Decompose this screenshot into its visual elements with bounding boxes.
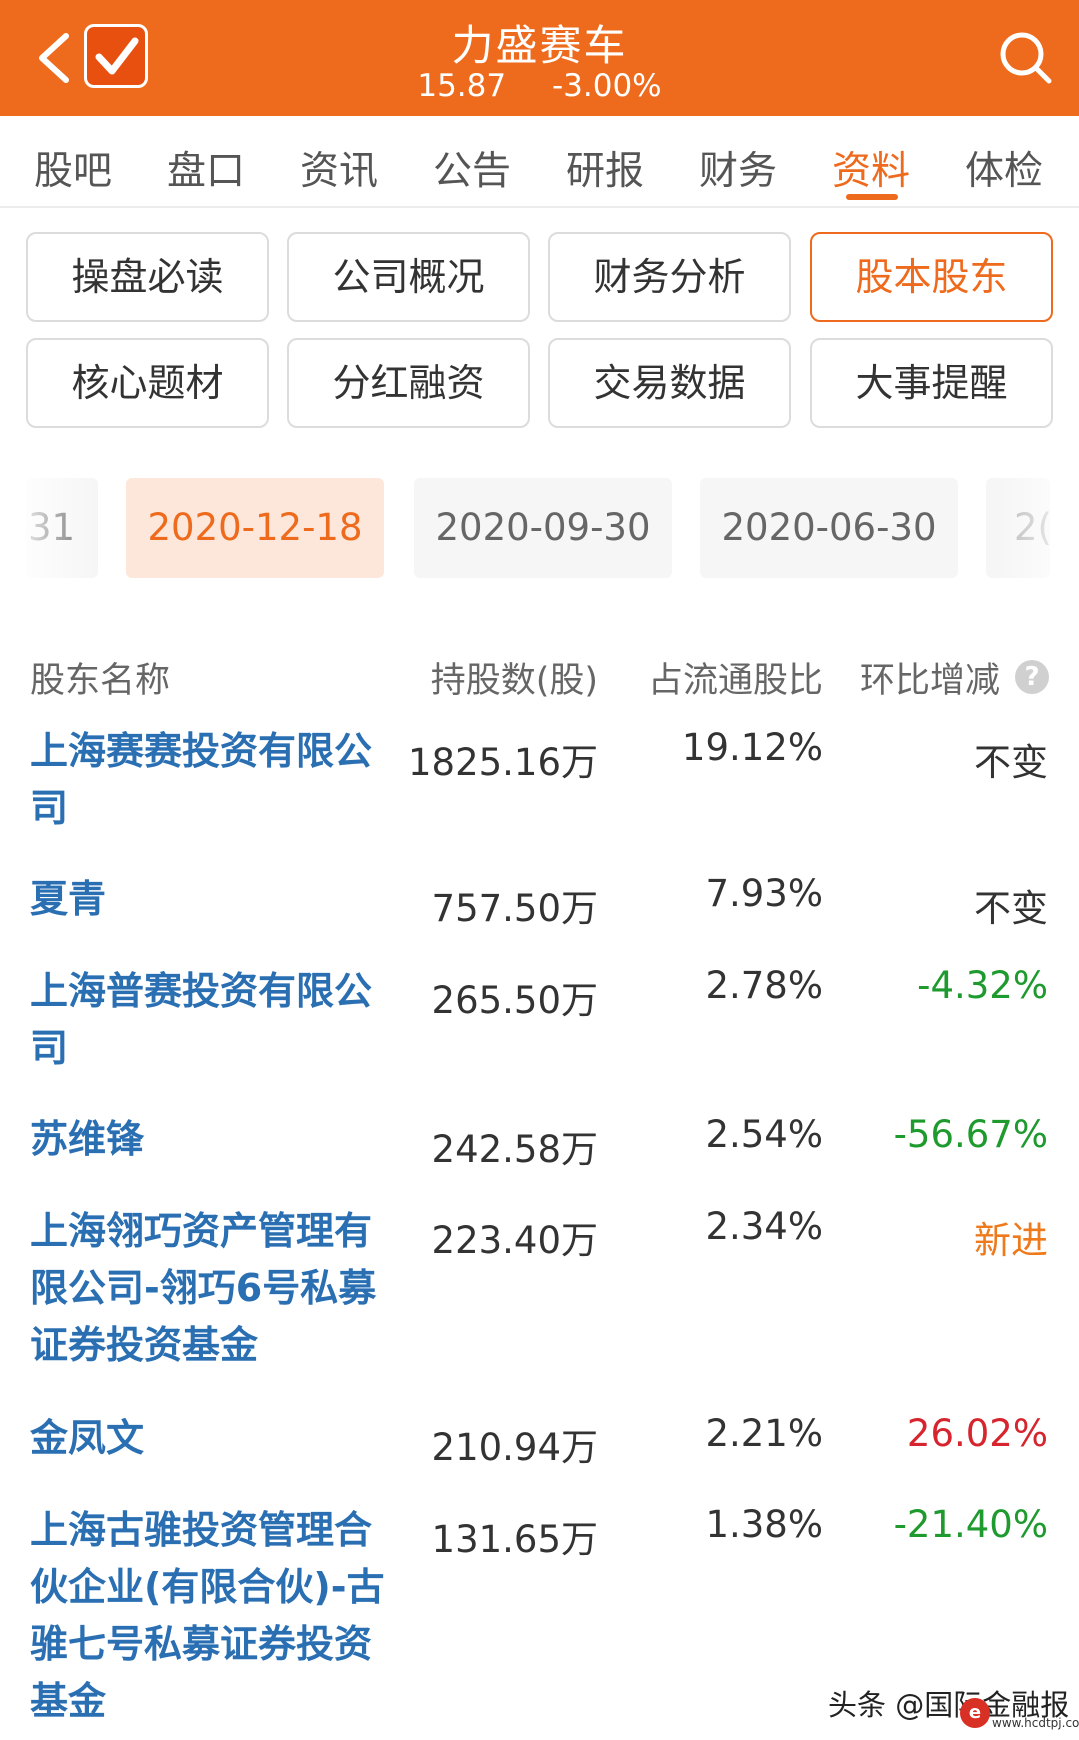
change-value: -21.40% xyxy=(893,1503,1048,1546)
ratio-value: 2.34% xyxy=(705,1205,823,1248)
shares-value: 265.50万 xyxy=(431,979,598,1022)
tab-announcements[interactable]: 公告 xyxy=(433,140,511,196)
subtab-company-overview[interactable]: 公司概况 xyxy=(287,232,530,322)
subtab-dividends[interactable]: 分红融资 xyxy=(287,338,530,428)
shareholder-name[interactable]: 苏维锋 xyxy=(30,1111,380,1168)
stock-price: 15.87 xyxy=(417,68,507,104)
shares-value: 1825.16万 xyxy=(407,741,598,784)
shares-value: 242.58万 xyxy=(431,1128,598,1171)
subtab-trading-data[interactable]: 交易数据 xyxy=(548,338,791,428)
app-header: 力盛赛车 15.87 -3.00% xyxy=(0,0,1079,116)
stock-name: 力盛赛车 xyxy=(451,21,628,70)
shareholder-name[interactable]: 金凤文 xyxy=(30,1410,380,1467)
ratio-value: 7.93% xyxy=(705,872,823,915)
shareholder-name[interactable]: 上海赛赛投资有限公司 xyxy=(30,723,380,837)
ratio-value: 2.21% xyxy=(705,1412,823,1455)
column-header-change: 环比增减 xyxy=(860,661,1001,701)
subtab-core-themes[interactable]: 核心题材 xyxy=(26,338,269,428)
shares-value: 757.50万 xyxy=(431,887,598,930)
shares-value: 223.40万 xyxy=(431,1219,598,1262)
subtab-shareholders[interactable]: 股本股东 xyxy=(810,232,1053,322)
change-value: 不变 xyxy=(974,741,1048,784)
active-tab-indicator xyxy=(846,194,898,200)
column-header-shares: 持股数(股) xyxy=(430,661,598,701)
tab-news[interactable]: 资讯 xyxy=(300,140,378,196)
change-value: -4.32% xyxy=(917,964,1048,1007)
tab-research[interactable]: 研报 xyxy=(566,140,644,196)
subtab-trading-guide[interactable]: 操盘必读 xyxy=(26,232,269,322)
column-header-name: 股东名称 xyxy=(30,661,171,701)
tab-profile[interactable]: 资料 xyxy=(832,140,910,196)
ratio-value: 2.54% xyxy=(705,1113,823,1156)
change-value: 26.02% xyxy=(906,1412,1048,1455)
scroll-fade-right xyxy=(999,478,1079,578)
tab-finance[interactable]: 财务 xyxy=(699,140,777,196)
shareholder-name[interactable]: 上海翎巧资产管理有限公司-翎巧6号私募证券投资基金 xyxy=(30,1203,380,1374)
shareholder-name[interactable]: 上海普赛投资有限公司 xyxy=(30,963,380,1077)
tab-pankou[interactable]: 盘口 xyxy=(167,140,245,196)
scroll-fade-left xyxy=(18,478,98,578)
shareholder-name[interactable]: 上海古骓投资管理合伙企业(有限合伙)-古骓七号私募证券投资基金 xyxy=(30,1502,402,1730)
change-value: -56.67% xyxy=(893,1113,1048,1156)
help-icon[interactable]: ? xyxy=(1015,660,1049,694)
shares-value: 210.94万 xyxy=(431,1426,598,1469)
search-icon[interactable] xyxy=(996,28,1054,86)
subtab-events[interactable]: 大事提醒 xyxy=(810,338,1053,428)
date-chip-selected[interactable]: 2020-12-18 xyxy=(126,478,384,578)
column-header-ratio: 占流通股比 xyxy=(647,661,823,701)
watermark-site: www.hcdtpj.com xyxy=(992,1716,1079,1730)
stock-change: -3.00% xyxy=(551,68,662,104)
shares-value: 131.65万 xyxy=(431,1518,598,1561)
stock-quote: 15.87 -3.00% xyxy=(0,68,1079,104)
subtab-financial-analysis[interactable]: 财务分析 xyxy=(548,232,791,322)
date-chip[interactable]: 2020-09-30 xyxy=(414,478,672,578)
ratio-value: 2.78% xyxy=(705,964,823,1007)
tab-guba[interactable]: 股吧 xyxy=(34,140,112,196)
date-chip[interactable]: 2020-06-30 xyxy=(700,478,958,578)
main-tab-bar: 股吧 盘口 资讯 公告 研报 财务 资料 体检 xyxy=(0,116,1079,208)
shareholder-name[interactable]: 夏青 xyxy=(30,871,380,928)
tab-checkup[interactable]: 体检 xyxy=(965,140,1043,196)
ratio-value: 19.12% xyxy=(681,726,823,769)
change-value: 新进 xyxy=(974,1219,1048,1262)
change-value: 不变 xyxy=(974,887,1048,930)
watermark-logo-icon: e xyxy=(960,1698,990,1728)
ratio-value: 1.38% xyxy=(705,1503,823,1546)
